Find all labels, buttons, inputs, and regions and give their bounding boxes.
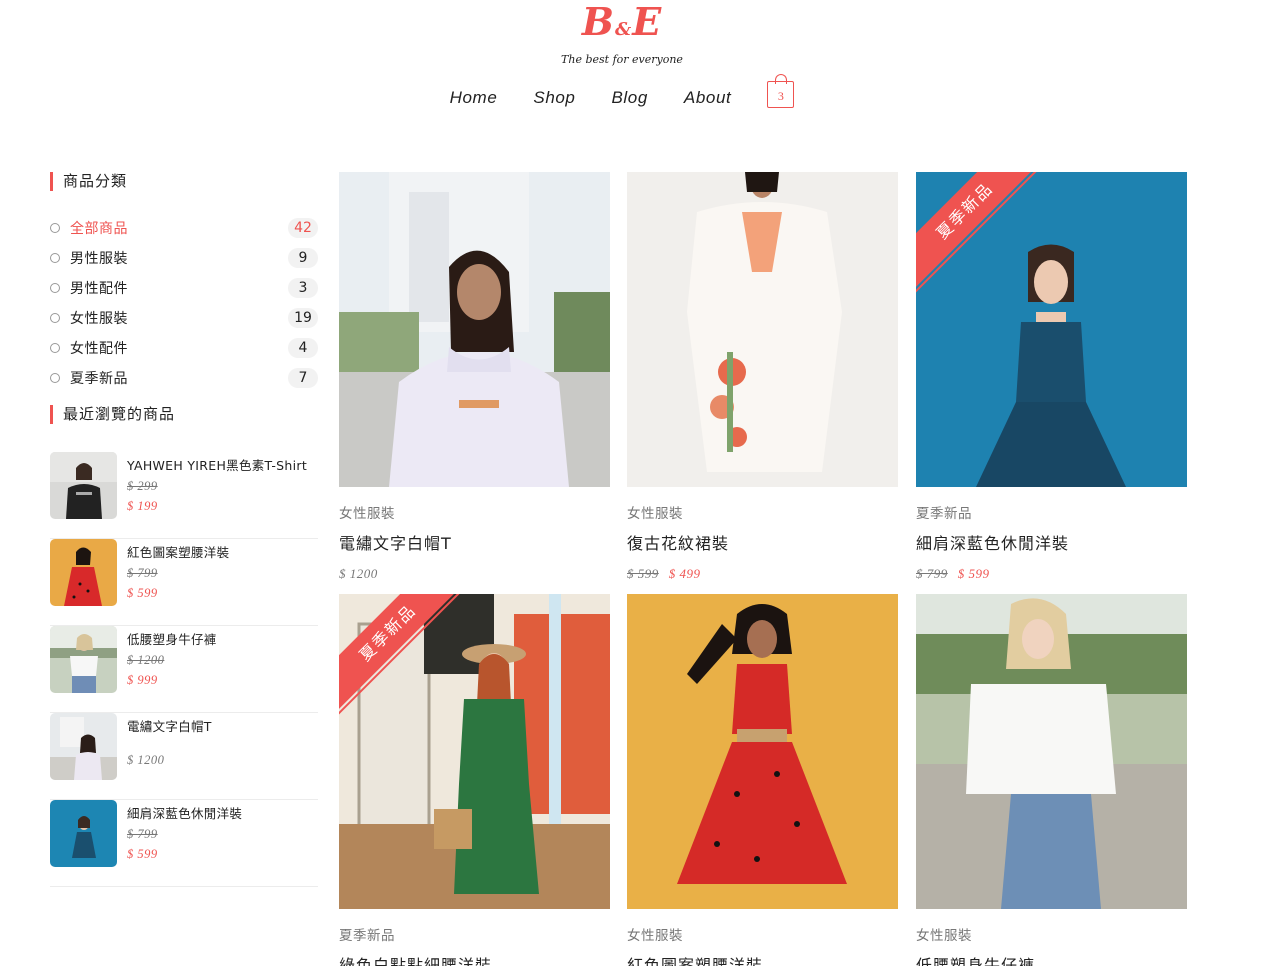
category-count: 4 xyxy=(288,338,318,358)
old-price: $ 299 xyxy=(127,479,158,493)
radio-dot-icon xyxy=(50,283,60,293)
product-card[interactable]: 夏季新品 夏季新品 細肩深藍色休閒洋裝 $ 799 $ 599 xyxy=(916,172,1187,582)
product-category[interactable]: 女性服裝 xyxy=(916,924,1187,944)
ribbon: 夏季新品 xyxy=(339,594,471,726)
category-list: 全部商品 42 男性服裝 9 男性配件 3 女性服裝 19 女性配件 4 夏季新品 7 xyxy=(50,213,318,393)
recent-list: YAHWEH YIREH黑色素T-Shirt $ 299 $ 199 紅色圖案塑… xyxy=(50,452,318,887)
category-count: 3 xyxy=(288,278,318,298)
recent-item[interactable]: 電繡文字白帽T $ 1200 xyxy=(50,713,318,800)
product-category[interactable]: 女性服裝 xyxy=(339,502,610,522)
radio-dot-icon xyxy=(50,313,60,323)
recent-name[interactable]: 細肩深藍色休閒洋裝 xyxy=(127,803,242,822)
product-image[interactable] xyxy=(916,594,1187,909)
logo-tagline: The best for everyone xyxy=(561,53,683,66)
product-card[interactable]: 女性服裝 復古花紋裙裝 $ 599 $ 499 xyxy=(627,172,898,582)
recent-thumb[interactable] xyxy=(50,626,117,693)
product-image[interactable]: 夏季新品 xyxy=(916,172,1187,487)
category-item-mens-clothing[interactable]: 男性服裝 9 xyxy=(50,243,318,273)
old-price: $ 799 xyxy=(127,566,158,580)
radio-dot-icon xyxy=(50,373,60,383)
category-item-womens-accessories[interactable]: 女性配件 4 xyxy=(50,333,318,363)
category-count: 19 xyxy=(288,308,318,328)
nav-about[interactable]: About xyxy=(684,88,731,108)
product-price: $ 799 $ 599 xyxy=(916,566,1187,582)
category-name: 夏季新品 xyxy=(70,371,128,387)
product-image[interactable] xyxy=(339,172,610,487)
price: $ 1200 xyxy=(339,566,378,581)
sale-price: $ 499 xyxy=(668,566,701,581)
category-count: 7 xyxy=(288,368,318,388)
recent-title: 最近瀏覽的商品 xyxy=(50,405,318,424)
category-count: 9 xyxy=(288,248,318,268)
category-name: 女性服裝 xyxy=(70,311,128,327)
categories-title: 商品分類 xyxy=(50,172,318,191)
old-price: $ 799 xyxy=(916,566,948,581)
product-price: $ 599 $ 499 xyxy=(627,566,898,582)
sale-price: $ 599 xyxy=(127,586,158,600)
main-nav: Home Shop Blog About 3 xyxy=(0,74,1244,111)
old-price: $ 599 xyxy=(627,566,659,581)
ribbon-label: 夏季新品 xyxy=(339,594,469,714)
sale-price: $ 599 xyxy=(127,847,158,861)
recent-item[interactable]: YAHWEH YIREH黑色素T-Shirt $ 299 $ 199 xyxy=(50,452,318,539)
price: $ 1200 xyxy=(127,753,165,767)
old-price: $ 1200 xyxy=(127,653,165,667)
sale-price: $ 199 xyxy=(127,499,158,513)
product-image[interactable]: 夏季新品 xyxy=(339,594,610,909)
recent-name[interactable]: 紅色圖案塑腰洋裝 xyxy=(127,542,229,561)
product-category[interactable]: 夏季新品 xyxy=(916,502,1187,522)
product-card[interactable]: 夏季新品 夏季新品 綠色白點點細腰洋裝 xyxy=(339,594,610,966)
sidebar: 商品分類 全部商品 42 男性服裝 9 男性配件 3 女性服裝 19 女性配件 4 夏季新… xyxy=(50,172,318,887)
nav-home[interactable]: Home xyxy=(450,88,498,108)
category-item-summer-new[interactable]: 夏季新品 7 xyxy=(50,363,318,393)
product-card[interactable]: 女性服裝 紅色圖案塑腰洋裝 xyxy=(627,594,898,966)
cart-count: 3 xyxy=(777,89,784,103)
nav-shop[interactable]: Shop xyxy=(533,88,575,108)
sale-price: $ 999 xyxy=(127,673,158,687)
category-name: 男性服裝 xyxy=(70,251,128,267)
category-name: 男性配件 xyxy=(70,281,128,297)
product-category[interactable]: 夏季新品 xyxy=(339,924,610,944)
product-card[interactable]: 女性服裝 電繡文字白帽T $ 1200 xyxy=(339,172,610,582)
product-image[interactable] xyxy=(627,594,898,909)
category-item-womens-clothing[interactable]: 女性服裝 19 xyxy=(50,303,318,333)
recent-thumb[interactable] xyxy=(50,539,117,606)
ribbon-label: 夏季新品 xyxy=(916,172,1046,292)
product-name[interactable]: 復古花紋裙裝 xyxy=(627,530,898,554)
recent-thumb[interactable] xyxy=(50,452,117,519)
product-category[interactable]: 女性服裝 xyxy=(627,924,898,944)
product-name[interactable]: 電繡文字白帽T xyxy=(339,530,610,554)
category-count: 42 xyxy=(288,218,318,238)
category-item-all[interactable]: 全部商品 42 xyxy=(50,213,318,243)
product-card[interactable]: 女性服裝 低腰塑身牛仔褲 xyxy=(916,594,1187,966)
category-name: 女性配件 xyxy=(70,341,128,357)
recent-item[interactable]: 紅色圖案塑腰洋裝 $ 799 $ 599 xyxy=(50,539,318,626)
recent-name[interactable]: YAHWEH YIREH黑色素T-Shirt xyxy=(127,455,307,474)
nav-blog[interactable]: Blog xyxy=(611,88,647,108)
recent-thumb[interactable] xyxy=(50,713,117,780)
product-image[interactable] xyxy=(627,172,898,487)
recent-name[interactable]: 低腰塑身牛仔褲 xyxy=(127,629,217,648)
category-name: 全部商品 xyxy=(70,221,128,237)
category-item-mens-accessories[interactable]: 男性配件 3 xyxy=(50,273,318,303)
recent-item[interactable]: 低腰塑身牛仔褲 $ 1200 $ 999 xyxy=(50,626,318,713)
product-name[interactable]: 紅色圖案塑腰洋裝 xyxy=(627,952,898,966)
ribbon: 夏季新品 xyxy=(916,172,1048,304)
shopping-bag-icon[interactable]: 3 xyxy=(767,74,795,108)
site-logo[interactable]: B&E The best for everyone xyxy=(0,0,1244,66)
product-category[interactable]: 女性服裝 xyxy=(627,502,898,522)
recent-name[interactable]: 電繡文字白帽T xyxy=(127,716,212,735)
recent-thumb[interactable] xyxy=(50,800,117,867)
radio-dot-icon xyxy=(50,343,60,353)
sale-price: $ 599 xyxy=(957,566,990,581)
old-price: $ 799 xyxy=(127,827,158,841)
recent-item[interactable]: 細肩深藍色休閒洋裝 $ 799 $ 599 xyxy=(50,800,318,887)
product-name[interactable]: 綠色白點點細腰洋裝 xyxy=(339,952,610,966)
radio-dot-icon xyxy=(50,253,60,263)
logo-mark: B&E xyxy=(581,0,663,44)
product-name[interactable]: 低腰塑身牛仔褲 xyxy=(916,952,1187,966)
product-name[interactable]: 細肩深藍色休閒洋裝 xyxy=(916,530,1187,554)
radio-dot-icon xyxy=(50,223,60,233)
product-price: $ 1200 xyxy=(339,566,610,582)
